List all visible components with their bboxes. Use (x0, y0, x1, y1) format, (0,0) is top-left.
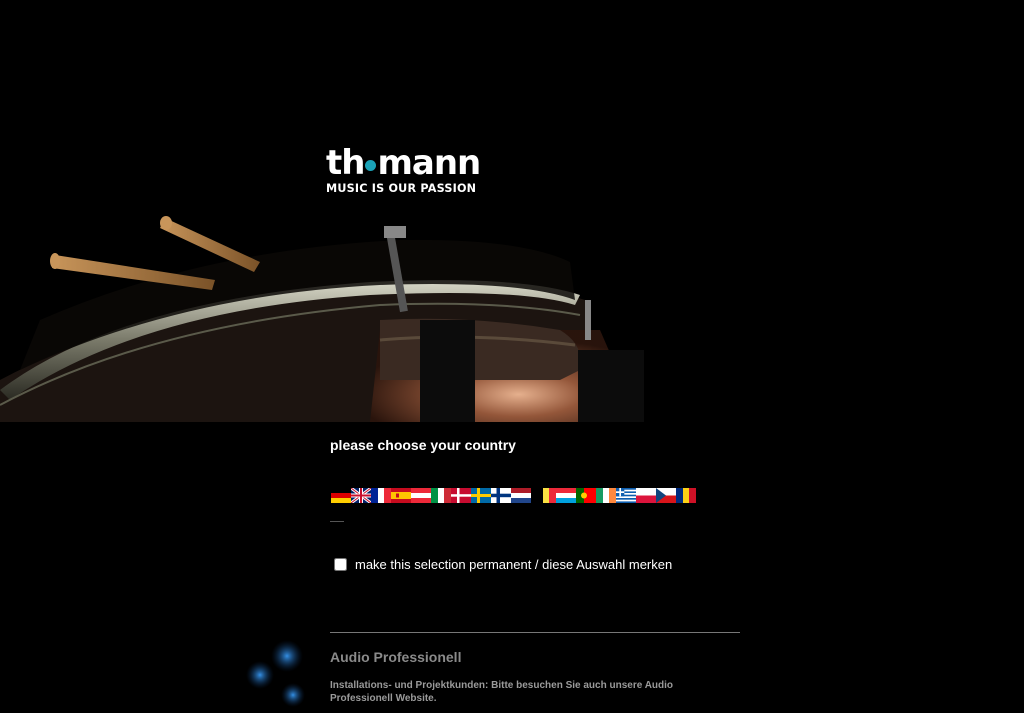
logo-dot-icon (365, 159, 377, 171)
audio-pro-title[interactable]: Audio Professionell (330, 649, 461, 665)
finland-flag-icon[interactable] (491, 488, 511, 503)
thomann-logo[interactable]: th mann MUSIC IS OUR PASSION (326, 146, 496, 202)
austria-flag-icon[interactable] (411, 488, 431, 503)
logo-text-right: mann (377, 143, 481, 183)
flag-list (331, 488, 696, 503)
romania-flag-icon[interactable] (676, 488, 696, 503)
permanent-selection-checkbox[interactable] (334, 558, 347, 571)
denmark-flag-icon[interactable] (451, 488, 471, 503)
netherlands-flag-icon[interactable] (511, 488, 531, 503)
greece-flag-icon[interactable] (616, 488, 636, 503)
spain-flag-icon[interactable] (391, 488, 411, 503)
uk-flag-icon[interactable] (351, 488, 371, 503)
sweden-flag-icon[interactable] (471, 488, 491, 503)
drum-illustration (0, 216, 644, 422)
germany-flag-icon[interactable] (331, 488, 351, 503)
permanent-selection-label: make this selection permanent / diese Au… (355, 557, 673, 572)
portugal-flag-icon[interactable] (576, 488, 596, 503)
logo-text-left: th (326, 143, 365, 183)
belgium-flag-icon[interactable] (536, 488, 556, 503)
glow-decoration-icon (246, 640, 305, 707)
logo-tagline: MUSIC IS OUR PASSION (326, 182, 477, 195)
france-flag-icon[interactable] (371, 488, 391, 503)
separator-dash (330, 521, 344, 522)
italy-flag-icon[interactable] (431, 488, 451, 503)
hero-drum-image: th mann MUSIC IS OUR PASSION (0, 0, 1024, 422)
poland-flag-icon[interactable] (636, 488, 656, 503)
section-divider (330, 632, 740, 633)
logo-wordmark: th mann (326, 146, 496, 180)
audio-pro-text: Installations- und Projektkunden: Bitte … (330, 680, 674, 704)
ireland-flag-icon[interactable] (596, 488, 616, 503)
czech-flag-icon[interactable] (656, 488, 676, 503)
permanent-selection-option[interactable]: make this selection permanent / diese Au… (334, 557, 672, 572)
luxembourg-flag-icon[interactable] (556, 488, 576, 503)
choose-country-heading: please choose your country (330, 437, 516, 453)
